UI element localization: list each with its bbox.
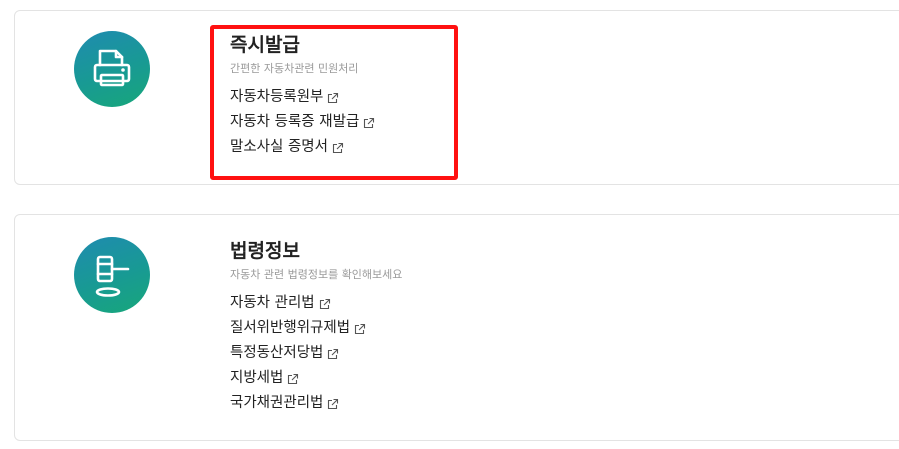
link-list: 자동차등록원부 자동차 등록증 재발급 말소사실 증명서	[230, 85, 375, 160]
link-order-violation-act[interactable]: 질서위반행위규제법	[230, 316, 402, 341]
link-movable-mortgage-act[interactable]: 특정동산저당법	[230, 341, 402, 366]
printer-icon	[74, 31, 150, 107]
link-national-claims-act[interactable]: 국가채권관리법	[230, 391, 402, 416]
link-label: 질서위반행위규제법	[230, 320, 351, 336]
link-label: 말소사실 증명서	[230, 139, 328, 155]
external-link-icon	[332, 142, 344, 153]
link-label: 국가채권관리법	[230, 395, 324, 411]
section-content: 법령정보 자동차 관련 법령정보를 확인해보세요 자동차 관리법 질서위반행위규…	[230, 239, 402, 416]
link-list: 자동차 관리법 질서위반행위규제법 특정동산저당법 지방세법 국가채권관리법	[230, 291, 402, 416]
external-link-icon	[288, 373, 299, 384]
section-card-instant-issue: 즉시발급 간편한 자동차관련 민원처리 자동차등록원부 자동차 등록증 재발급	[14, 10, 899, 185]
external-link-icon	[328, 92, 339, 103]
section-subtitle: 간편한 자동차관련 민원처리	[230, 62, 359, 75]
link-vehicle-registry[interactable]: 자동차등록원부	[230, 85, 375, 110]
link-registration-reissue[interactable]: 자동차 등록증 재발급	[230, 110, 375, 135]
external-link-icon	[328, 398, 339, 409]
link-label: 특정동산저당법	[230, 345, 324, 361]
section-subtitle: 자동차 관련 법령정보를 확인해보세요	[230, 268, 403, 281]
external-link-icon	[364, 117, 375, 128]
link-label: 자동차등록원부	[230, 89, 324, 105]
external-link-icon	[328, 348, 339, 359]
link-deregistration-certificate[interactable]: 말소사실 증명서	[230, 135, 375, 160]
external-link-icon	[319, 298, 330, 309]
link-local-tax-act[interactable]: 지방세법	[230, 366, 402, 391]
section-title: 법령정보	[230, 240, 300, 262]
gavel-icon	[74, 237, 150, 313]
link-label: 지방세법	[230, 370, 284, 386]
section-card-law-info: 법령정보 자동차 관련 법령정보를 확인해보세요 자동차 관리법 질서위반행위규…	[14, 214, 899, 441]
link-vehicle-management-act[interactable]: 자동차 관리법	[230, 291, 402, 316]
external-link-icon	[355, 323, 366, 334]
section-content: 즉시발급 간편한 자동차관련 민원처리 자동차등록원부 자동차 등록증 재발급	[230, 33, 375, 160]
section-title: 즉시발급	[230, 34, 300, 56]
link-label: 자동차 등록증 재발급	[230, 114, 360, 130]
link-label: 자동차 관리법	[230, 295, 315, 311]
